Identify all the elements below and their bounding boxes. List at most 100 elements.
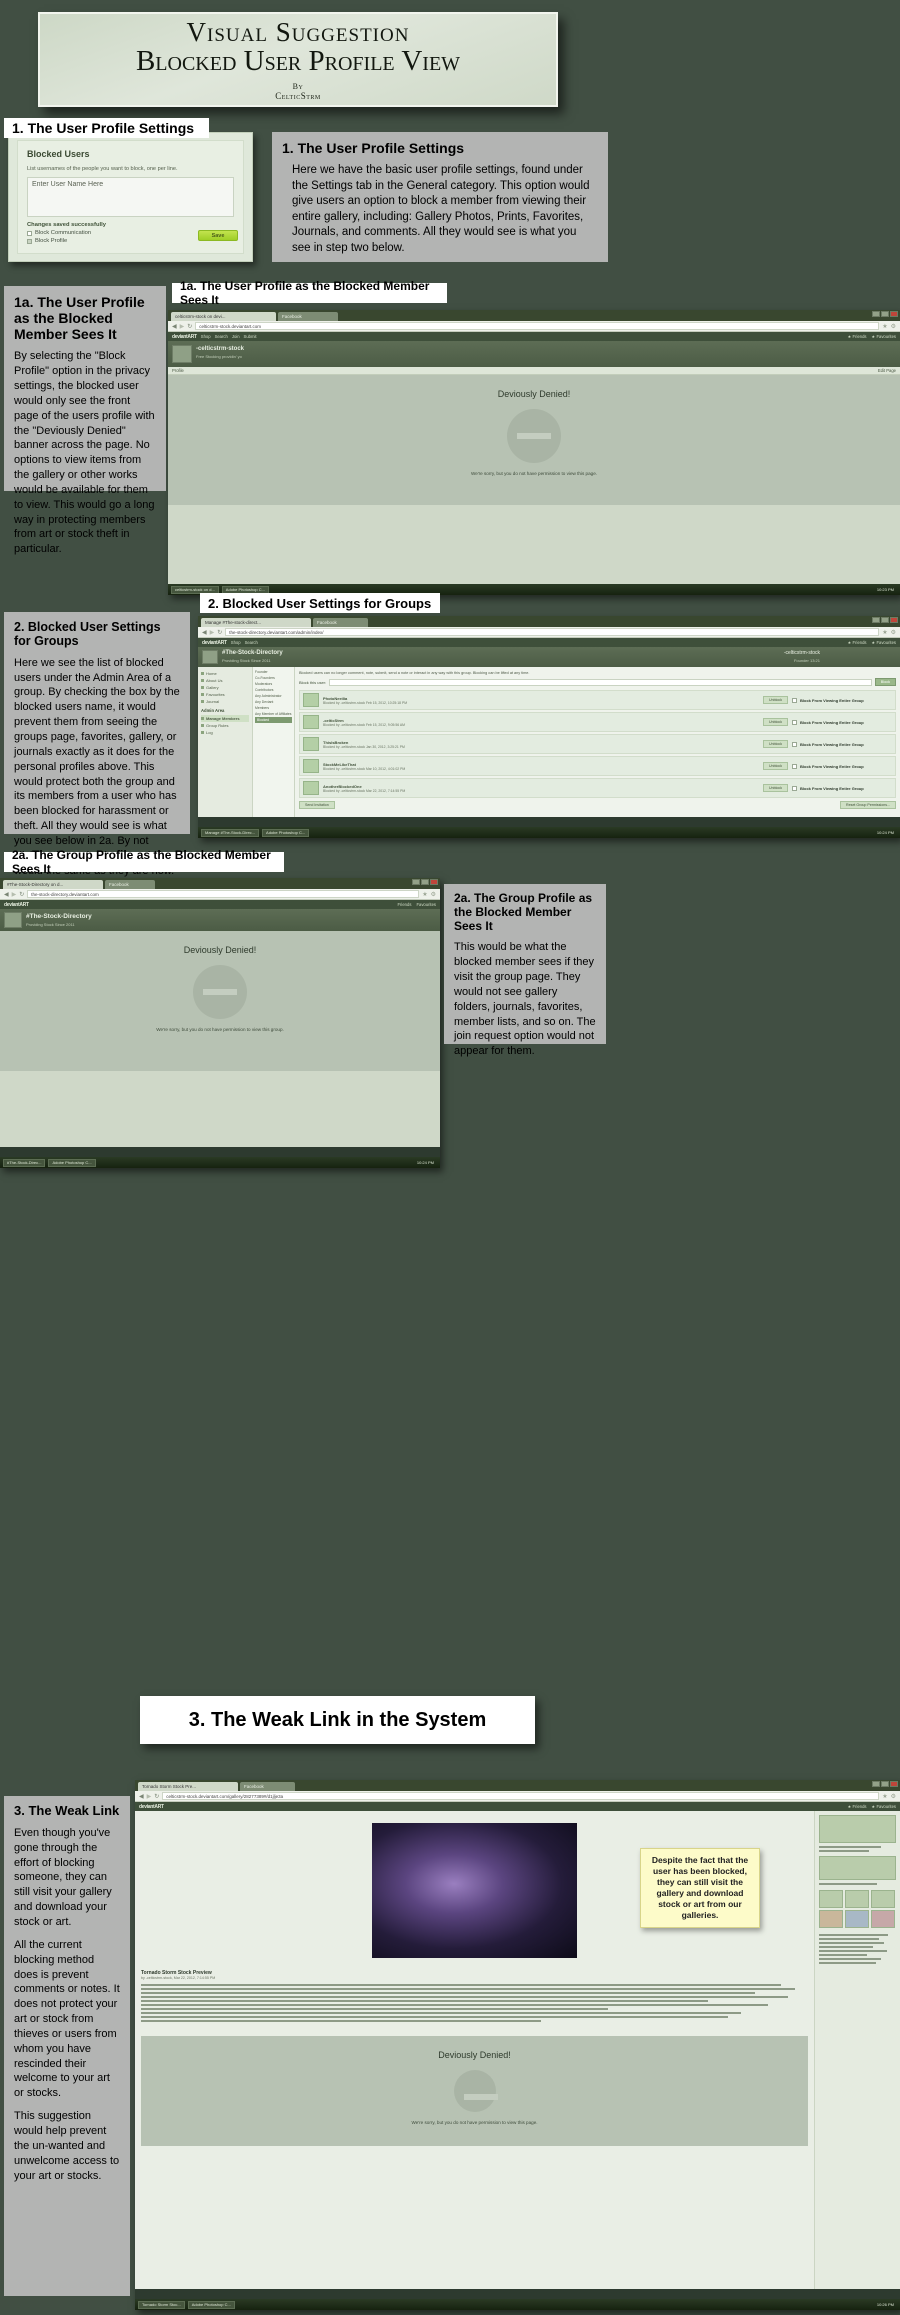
url-input-4[interactable]: celticstrm-stock.deviantart.com/gallery/… <box>162 1792 880 1800</box>
sidebar-thumbnail[interactable] <box>845 1890 869 1908</box>
nav-friends-link-2[interactable]: ★ Friends <box>848 640 867 645</box>
sidebar-thumbnail[interactable] <box>871 1890 895 1908</box>
close-button-4[interactable] <box>890 1781 898 1787</box>
unblock-button[interactable]: Unblock <box>763 740 788 748</box>
role-blocked[interactable]: Blocked <box>255 717 292 723</box>
reload-icon-2[interactable]: ↻ <box>217 629 222 636</box>
back-arrow-icon-3[interactable]: ◀ <box>4 891 9 898</box>
sidebar-item-manage-members[interactable]: Manage Members <box>201 715 249 722</box>
minimize-button-3[interactable] <box>412 879 420 885</box>
nav-friends-link-3[interactable]: Friends <box>397 902 411 907</box>
nav-favourites-link-2[interactable]: ★ Favourites <box>872 640 896 645</box>
user-thumbnail[interactable] <box>303 759 319 773</box>
nav-friends-link-4[interactable]: ★ Friends <box>848 1804 867 1809</box>
send-invitation-button[interactable]: Send Invitation <box>299 801 335 809</box>
taskbar-item-photoshop-3[interactable]: Adobe Photoshop C... <box>48 1158 96 1167</box>
close-button[interactable] <box>890 311 898 317</box>
reset-group-permissions-button[interactable]: Reset Group Permissions... <box>840 801 896 809</box>
blocked-users-input[interactable]: Enter User Name Here <box>27 177 234 217</box>
unblock-button[interactable]: Unblock <box>763 696 788 704</box>
user-thumbnail[interactable] <box>303 737 319 751</box>
block-user-input[interactable] <box>329 678 872 686</box>
taskbar-item-photoshop-4[interactable]: Adobe Photoshop C... <box>187 2300 235 2309</box>
browser-tab-active-4[interactable]: Tornado Storm Stock Pre... <box>138 1782 238 1791</box>
sidebar-item-group-rules[interactable]: Group Rules <box>201 722 249 729</box>
block-entire-group-checkbox[interactable]: Block From Viewing Entire Group <box>792 741 892 747</box>
forward-arrow-icon-3[interactable]: ▶ <box>12 891 17 898</box>
wrench-icon-2[interactable]: ⚙ <box>891 629 896 636</box>
url-input-3[interactable]: the-stock-directory.deviantart.com <box>27 890 420 898</box>
block-entire-group-checkbox[interactable]: Block From Viewing Entire Group <box>792 697 892 703</box>
maximize-button-4[interactable] <box>881 1781 889 1787</box>
minimize-button-4[interactable] <box>872 1781 880 1787</box>
reload-icon[interactable]: ↻ <box>187 323 192 330</box>
sidebar-item-journal[interactable]: Journal <box>201 698 249 705</box>
sidebar-item-gallery[interactable]: Gallery <box>201 684 249 691</box>
group-avatar-3[interactable] <box>4 912 22 928</box>
nav-friends-link[interactable]: ★ Friends <box>848 334 867 339</box>
browser-tab-inactive-3[interactable]: Facebook <box>105 880 155 889</box>
taskbar-item-photoshop-2[interactable]: Adobe Photoshop C... <box>262 828 310 837</box>
reload-icon-4[interactable]: ↻ <box>154 1793 159 1800</box>
nav-item-search[interactable]: Search <box>215 334 228 339</box>
browser-tab-inactive-2[interactable]: Facebook <box>313 618 368 627</box>
close-button-2[interactable] <box>890 617 898 623</box>
browser-tab-active-2[interactable]: Manage #The-stock-direct... <box>201 618 311 627</box>
maximize-button-3[interactable] <box>421 879 429 885</box>
nav-favourites-link-3[interactable]: Favourites <box>416 902 436 907</box>
close-button-3[interactable] <box>430 879 438 885</box>
url-input-2[interactable]: the-stock-directory.deviantart.com/admin… <box>225 628 880 636</box>
taskbar-item-browser-4[interactable]: Tornado Storm Stoc... <box>138 2300 185 2309</box>
wrench-icon-3[interactable]: ⚙ <box>431 891 436 898</box>
maximize-button-2[interactable] <box>881 617 889 623</box>
unblock-button[interactable]: Unblock <box>763 784 788 792</box>
artwork-image[interactable] <box>372 1823 577 1958</box>
deviantart-logo-2[interactable]: deviantART <box>202 640 227 646</box>
forward-arrow-icon[interactable]: ▶ <box>180 323 185 330</box>
sidebar-item-about-us[interactable]: About Us <box>201 677 249 684</box>
block-submit-button[interactable]: Block <box>874 678 896 686</box>
block-entire-group-checkbox[interactable]: Block From Viewing Entire Group <box>792 763 892 769</box>
avatar[interactable] <box>172 345 192 363</box>
unblock-button[interactable]: Unblock <box>763 718 788 726</box>
wrench-icon-4[interactable]: ⚙ <box>891 1793 896 1800</box>
sidebar-thumbnail[interactable] <box>845 1910 869 1928</box>
reload-icon-3[interactable]: ↻ <box>19 891 24 898</box>
checkbox-icon[interactable] <box>792 763 797 769</box>
sidebar-thumbnail[interactable] <box>871 1910 895 1928</box>
nav-item-shop[interactable]: Shop <box>201 334 211 339</box>
block-entire-group-checkbox[interactable]: Block From Viewing Entire Group <box>792 785 892 791</box>
minimize-button-2[interactable] <box>872 617 880 623</box>
nav-item-submit[interactable]: Submit <box>244 334 257 339</box>
deviantart-logo-4[interactable]: deviantART <box>139 1804 164 1810</box>
checkbox-icon-unchecked[interactable] <box>27 230 32 236</box>
sidebar-item-log[interactable]: Log <box>201 729 249 736</box>
sidebar-thumbnail[interactable] <box>819 1910 843 1928</box>
checkbox-icon[interactable] <box>792 697 797 703</box>
sidebar-thumbnail[interactable] <box>819 1815 896 1843</box>
back-arrow-icon[interactable]: ◀ <box>172 323 177 330</box>
wrench-icon[interactable]: ⚙ <box>891 323 896 330</box>
browser-tab-inactive-4[interactable]: Facebook <box>240 1782 295 1791</box>
deviantart-logo[interactable]: deviantART <box>172 334 197 340</box>
taskbar-item-browser-3[interactable]: #The-Stock-Direc... <box>3 1158 46 1167</box>
save-button[interactable]: Save <box>198 230 238 241</box>
group-avatar[interactable] <box>202 650 218 664</box>
nav-item-search-2[interactable]: Search <box>245 640 258 645</box>
browser-tab-active-3[interactable]: #The-Stock-Directory on d... <box>3 880 103 889</box>
back-arrow-icon-4[interactable]: ◀ <box>139 1793 144 1800</box>
star-icon-4[interactable]: ★ <box>882 1793 887 1800</box>
user-thumbnail[interactable] <box>303 781 319 795</box>
forward-arrow-icon-4[interactable]: ▶ <box>147 1793 152 1800</box>
sidebar-item-favourites[interactable]: Favourites <box>201 691 249 698</box>
back-arrow-icon-2[interactable]: ◀ <box>202 629 207 636</box>
nav-item-shop-2[interactable]: Shop <box>231 640 241 645</box>
nav-favourites-link[interactable]: ★ Favourites <box>872 334 896 339</box>
star-icon-2[interactable]: ★ <box>882 629 887 636</box>
checkbox-icon[interactable] <box>792 785 797 791</box>
taskbar-item-browser-2[interactable]: Manage #The-Stock-Direc... <box>201 828 260 837</box>
nav-favourites-link-4[interactable]: ★ Favourites <box>872 1804 896 1809</box>
unblock-button[interactable]: Unblock <box>763 762 788 770</box>
subnav-edit-page[interactable]: Edit Page <box>878 368 896 373</box>
sidebar-thumbnail[interactable] <box>819 1890 843 1908</box>
